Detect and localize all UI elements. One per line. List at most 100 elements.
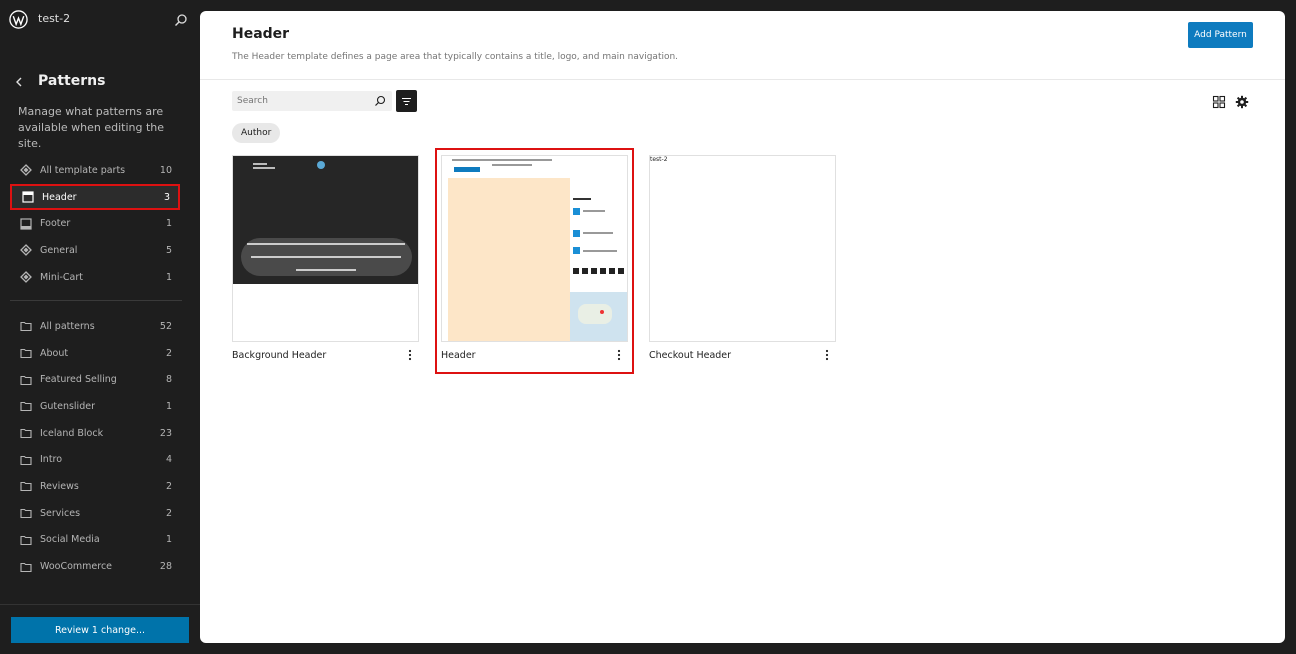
preview-text-line xyxy=(253,163,267,165)
sidebar-divider xyxy=(10,300,182,301)
page-title: Header xyxy=(232,26,290,42)
preview-text-line xyxy=(296,269,356,271)
sidebar-item-label: Footer xyxy=(40,218,71,230)
folder-icon xyxy=(20,375,32,385)
sidebar-title: Patterns xyxy=(38,73,106,89)
preview-logo xyxy=(317,161,325,169)
preview-dark-header xyxy=(233,156,418,284)
sidebar-item-about[interactable]: About 2 xyxy=(10,340,180,367)
sidebar-item-label: Gutenslider xyxy=(40,400,95,412)
sidebar-item-label: All template parts xyxy=(40,164,126,176)
pattern-preview[interactable]: test-2 xyxy=(649,155,836,342)
preview-icon-square xyxy=(573,247,580,254)
preview-text-line xyxy=(583,250,617,252)
preview-text-line xyxy=(583,210,605,212)
diamond-icon xyxy=(20,271,32,284)
template-parts-list: All template parts 10 Header 3 Footer 1 … xyxy=(10,157,180,290)
preview-text-line xyxy=(492,164,532,166)
sidebar-item-count: 2 xyxy=(165,480,172,492)
sidebar-item-all-patterns[interactable]: All patterns 52 xyxy=(10,313,180,340)
search-icon[interactable] xyxy=(374,95,386,107)
preview-text-line xyxy=(253,167,275,169)
sidebar-item-label: Reviews xyxy=(40,480,79,492)
sidebar: test-2 Patterns Manage what patterns are… xyxy=(0,0,200,654)
sidebar-item-header[interactable]: Header 3 xyxy=(10,183,180,211)
sidebar-item-woocommerce[interactable]: WooCommerce 28 xyxy=(10,553,180,580)
sidebar-item-reviews[interactable]: Reviews 2 xyxy=(10,473,180,500)
pattern-card-title[interactable]: Checkout Header xyxy=(649,350,731,361)
sidebar-item-label: Featured Selling xyxy=(40,374,117,386)
sidebar-item-intro[interactable]: Intro 4 xyxy=(10,446,180,473)
folder-icon xyxy=(20,482,32,492)
add-pattern-button[interactable]: Add Pattern xyxy=(1188,22,1253,48)
preview-map-pin xyxy=(600,310,604,314)
author-filter-chip[interactable]: Author xyxy=(232,123,281,143)
review-changes-button[interactable]: Review 1 change... xyxy=(11,617,189,643)
sidebar-item-count: 28 xyxy=(159,561,172,573)
more-options-icon[interactable] xyxy=(613,348,625,362)
sidebar-item-label: Header xyxy=(42,191,77,203)
sidebar-item-general[interactable]: General 5 xyxy=(10,237,180,264)
sidebar-item-mini-cart[interactable]: Mini-Cart 1 xyxy=(10,264,180,291)
sidebar-item-footer[interactable]: Footer 1 xyxy=(10,210,180,237)
pattern-card-title[interactable]: Header xyxy=(441,350,476,361)
sidebar-item-services[interactable]: Services 2 xyxy=(10,500,180,527)
folder-icon xyxy=(20,509,32,519)
sidebar-item-count: 10 xyxy=(159,164,172,176)
sidebar-item-all-template-parts[interactable]: All template parts 10 xyxy=(10,157,180,184)
folder-icon xyxy=(20,348,32,359)
sidebar-item-count: 52 xyxy=(159,320,172,332)
folder-icon xyxy=(20,402,32,412)
sidebar-item-label: Social Media xyxy=(40,534,100,546)
folder-icon xyxy=(20,455,32,465)
site-name[interactable]: test-2 xyxy=(38,12,70,25)
pattern-card-title[interactable]: Background Header xyxy=(232,350,326,361)
more-options-icon[interactable] xyxy=(404,348,416,362)
preview-nav-pill xyxy=(241,238,412,276)
sidebar-item-count: 2 xyxy=(165,507,172,519)
pattern-preview[interactable] xyxy=(232,155,419,342)
sidebar-item-count: 1 xyxy=(165,218,172,230)
main-content: Header The Header template defines a pag… xyxy=(200,11,1285,643)
sidebar-item-count: 1 xyxy=(165,400,172,412)
sidebar-item-label: WooCommerce xyxy=(40,561,113,573)
sidebar-item-count: 8 xyxy=(165,374,172,386)
preview-social-icons xyxy=(573,268,625,274)
filter-icon xyxy=(402,97,411,105)
more-options-icon[interactable] xyxy=(821,348,833,362)
sidebar-item-label: All patterns xyxy=(40,320,95,332)
sidebar-description: Manage what patterns are available when … xyxy=(18,105,165,150)
folder-icon xyxy=(20,429,32,439)
preview-button xyxy=(454,167,480,172)
sidebar-item-label: Services xyxy=(40,507,81,519)
preview-text-line xyxy=(247,243,405,245)
diamond-icon xyxy=(20,164,32,177)
sidebar-item-iceland-block[interactable]: Iceland Block 23 xyxy=(10,420,180,447)
filter-button[interactable] xyxy=(396,90,417,112)
wordpress-logo-icon[interactable] xyxy=(9,10,28,29)
preview-icon-square xyxy=(573,230,580,237)
grid-view-icon[interactable] xyxy=(1212,95,1226,109)
search-input[interactable] xyxy=(232,91,372,111)
preview-peach-area xyxy=(448,178,570,341)
footer-layout-icon xyxy=(20,218,32,230)
sidebar-item-count: 23 xyxy=(159,427,172,439)
sidebar-item-social-media[interactable]: Social Media 1 xyxy=(10,527,180,554)
sidebar-item-featured-selling[interactable]: Featured Selling 8 xyxy=(10,366,180,393)
preview-text-line xyxy=(573,198,591,200)
gear-icon[interactable] xyxy=(1235,95,1249,109)
sidebar-item-count: 2 xyxy=(165,347,172,359)
pattern-categories-list: All patterns 52 About 2 Featured Selling… xyxy=(10,313,180,580)
sidebar-item-count: 1 xyxy=(165,271,172,283)
header-divider xyxy=(200,79,1285,80)
pattern-preview[interactable] xyxy=(441,155,628,342)
site-hub: test-2 xyxy=(0,0,200,40)
preview-icon-square xyxy=(573,208,580,215)
page-description: The Header template defines a page area … xyxy=(232,52,679,62)
sidebar-item-gutenslider[interactable]: Gutenslider 1 xyxy=(10,393,180,420)
back-chevron-icon[interactable] xyxy=(12,75,26,89)
preview-map xyxy=(570,292,627,341)
preview-text-line xyxy=(452,159,552,161)
search-box xyxy=(232,91,392,111)
search-icon[interactable] xyxy=(174,13,188,27)
